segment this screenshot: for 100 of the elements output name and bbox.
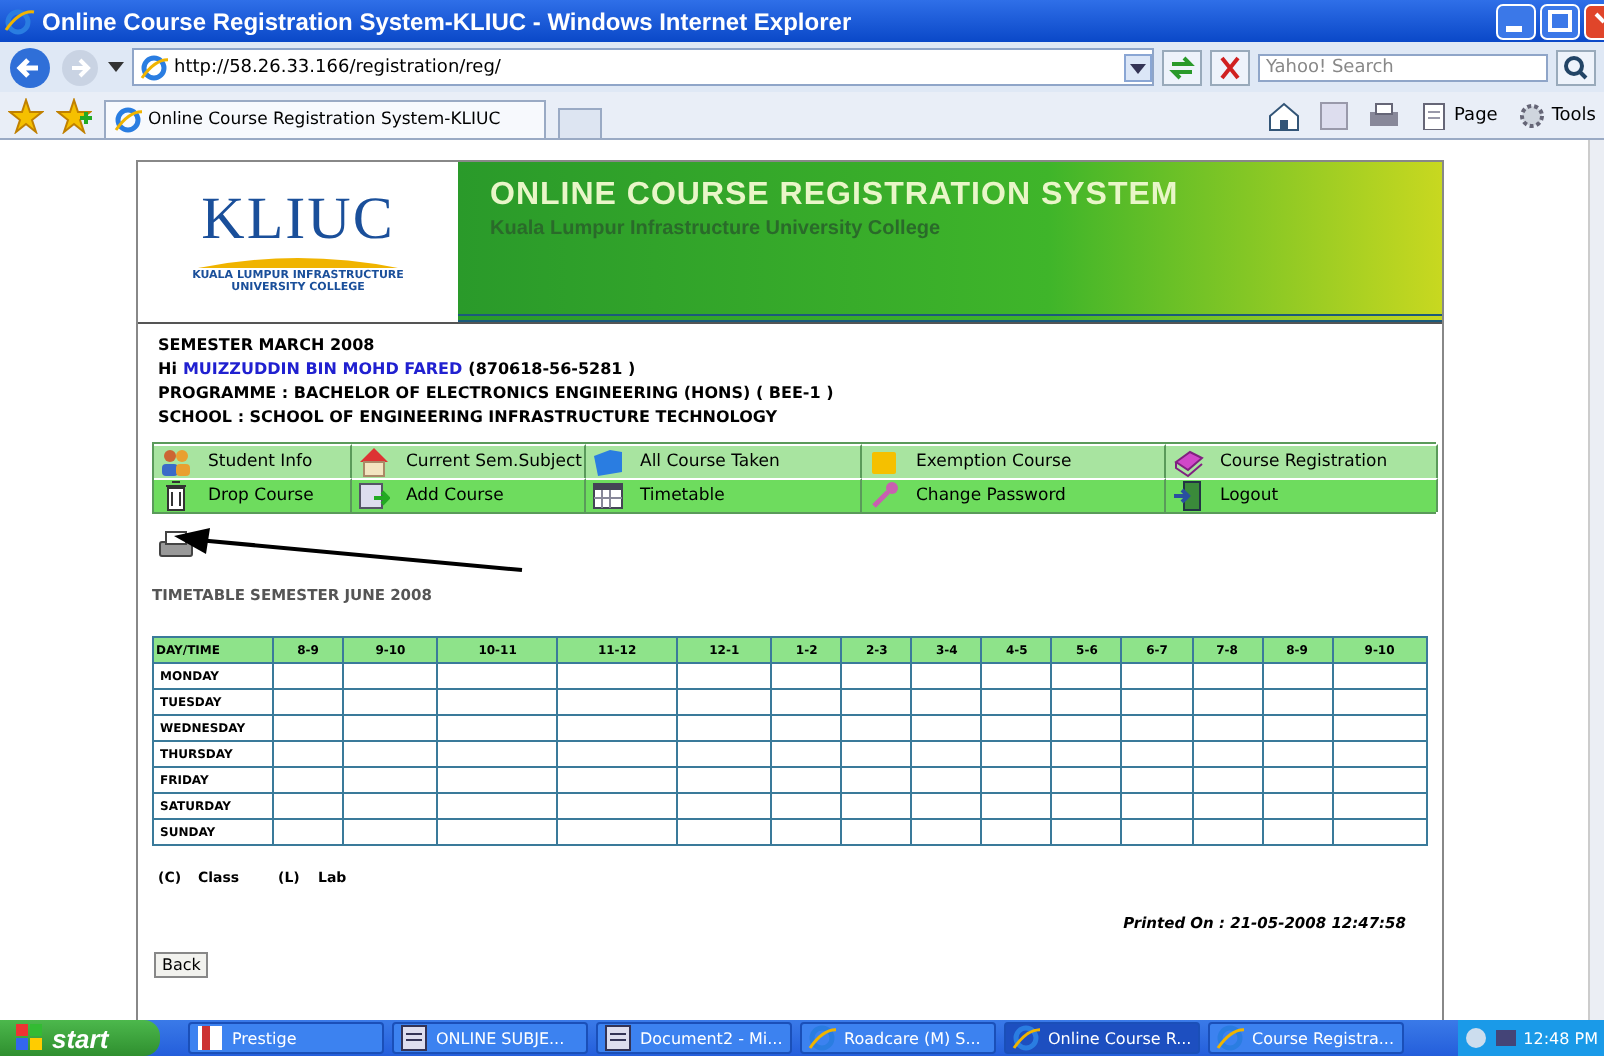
trash-icon [160,480,192,512]
menu-item[interactable]: Exemption Course [862,444,1166,478]
table-cell [1332,663,1427,689]
stop-icon[interactable] [1210,49,1250,85]
menu-item[interactable]: Logout [1166,478,1438,512]
menu-item[interactable]: Add Course [352,478,586,512]
table-cell [676,741,772,767]
table-cell [273,741,344,767]
menu-item[interactable]: Drop Course [154,478,352,512]
table-cell [1051,689,1122,715]
table-cell [557,741,677,767]
address-field[interactable]: http://58.26.33.166/registration/reg/ [132,48,1154,86]
table-cell [1051,767,1122,793]
home-icon[interactable] [1268,99,1301,131]
add-favorite-icon[interactable] [56,97,92,133]
table-cell [676,767,772,793]
command-button[interactable]: Tools [1517,101,1596,129]
table-cell [981,689,1052,715]
taskbar-button[interactable]: Roadcare (M) S... [800,1022,996,1054]
table-cell [437,767,558,793]
maximize-icon[interactable] [1540,3,1580,39]
scrollbar[interactable] [1588,140,1604,1020]
search-icon[interactable] [1556,49,1596,85]
table-cell [841,793,912,819]
browser-icon [1216,1024,1244,1052]
tray-icon [1463,1026,1488,1050]
table-cell [1332,741,1427,767]
menu-item[interactable]: Change Password [862,478,1166,512]
table-cell [273,689,344,715]
close-icon[interactable] [1584,3,1604,39]
browser-icon [4,5,36,37]
table-cell [343,715,438,741]
table-cell [841,819,912,845]
taskbar-button[interactable]: Course Registra... [1208,1022,1404,1054]
table-cell [676,715,772,741]
greeting-text: Hi [158,360,177,378]
table-cell [771,715,842,741]
table-cell [1262,715,1333,741]
table-cell [1192,819,1263,845]
table-cell [981,793,1052,819]
table-cell [841,689,912,715]
search-field[interactable]: Yahoo! Search [1258,53,1548,81]
table-cell [343,689,438,715]
app-icon [196,1024,224,1052]
taskbar-button[interactable]: Online Course R... [1004,1022,1200,1054]
table-cell [1192,689,1263,715]
menu-item[interactable]: Timetable [586,478,862,512]
menu-item[interactable]: Course Registration [1166,444,1438,478]
browser-tab[interactable]: Online Course Registration System-KLIUC [104,100,546,138]
table-cell [1051,741,1122,767]
taskbar-button[interactable]: Document2 - Mi... [596,1022,792,1054]
document-icon [604,1024,632,1052]
minimize-icon[interactable] [1496,3,1536,39]
swoosh-icon [198,252,398,268]
table-cell [273,767,344,793]
table-cell [1051,715,1122,741]
table-cell [343,741,438,767]
table-cell [1121,663,1192,689]
table-cell [676,819,772,845]
back-button[interactable]: Back [154,952,209,978]
table-cell [911,663,982,689]
table-cell [557,715,677,741]
clock-text: 12:48 PM [1523,1029,1598,1047]
table-cell [981,741,1052,767]
table-cell [1121,715,1192,741]
taskbar-button[interactable]: Prestige [188,1022,384,1054]
semester-text: SEMESTER MARCH 2008 [158,336,377,354]
table-cell [841,663,912,689]
star-icon[interactable] [8,97,44,133]
window-title: Online Course Registration System-KLIUC - Windows Internet Explorer [42,7,854,35]
table-cell [1121,819,1192,845]
table-cell [676,793,772,819]
table-cell [1332,715,1427,741]
page-icon [1420,101,1449,129]
table-cell [273,663,344,689]
command-button[interactable]: Page [1420,101,1498,129]
table-cell [1192,767,1263,793]
table-cell [1121,741,1192,767]
table-cell [771,663,842,689]
add-icon [358,480,390,512]
menu-item[interactable]: Current Sem.Subject [352,444,586,478]
calendar-icon [592,480,624,512]
table-cell [1121,793,1192,819]
table-cell [1332,767,1427,793]
programme-text: PROGRAMME : BACHELOR OF ELECTRONICS ENGINEERING (HONS) ( BEE-1 ) [158,384,836,402]
dropdown-icon[interactable] [108,61,124,73]
taskbar-button[interactable]: ONLINE SUBJE... [392,1022,588,1054]
table-cell [1262,819,1333,845]
door-icon [1172,480,1204,512]
dropdown-icon[interactable] [1124,53,1152,81]
table-cell [437,715,558,741]
table-cell [771,819,842,845]
table-cell [343,767,438,793]
school-text: SCHOOL : SCHOOL OF ENGINEERING INFRASTRUCTURE TECHNOLOGY [158,408,780,426]
menu-item[interactable]: Student Info [154,444,352,478]
refresh-icon[interactable] [1162,49,1202,85]
table-cell [437,819,558,845]
back-icon[interactable] [8,45,52,89]
table-cell [911,793,982,819]
menu-item[interactable]: All Course Taken [586,444,862,478]
